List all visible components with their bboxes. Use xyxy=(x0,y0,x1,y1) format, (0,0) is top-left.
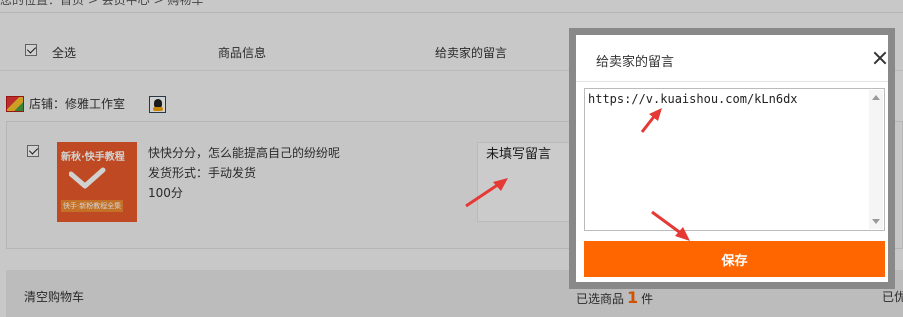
annotation-arrow-icon xyxy=(640,108,662,133)
divider xyxy=(576,81,888,82)
annotation-arrow-icon xyxy=(465,178,508,208)
annotation-arrow-icon xyxy=(651,210,690,241)
textarea-scrollbar[interactable] xyxy=(869,90,883,229)
close-icon[interactable] xyxy=(872,50,888,66)
scroll-up-icon[interactable] xyxy=(872,95,880,100)
save-button[interactable]: 保存 xyxy=(584,241,885,277)
dialog-title: 给卖家的留言 xyxy=(596,55,675,70)
seller-message-dialog: 给卖家的留言 https://v.kuaishou.com/kLn6dx 保存 xyxy=(569,28,895,289)
scroll-down-icon[interactable] xyxy=(872,219,880,224)
message-textarea[interactable]: https://v.kuaishou.com/kLn6dx xyxy=(584,88,885,231)
